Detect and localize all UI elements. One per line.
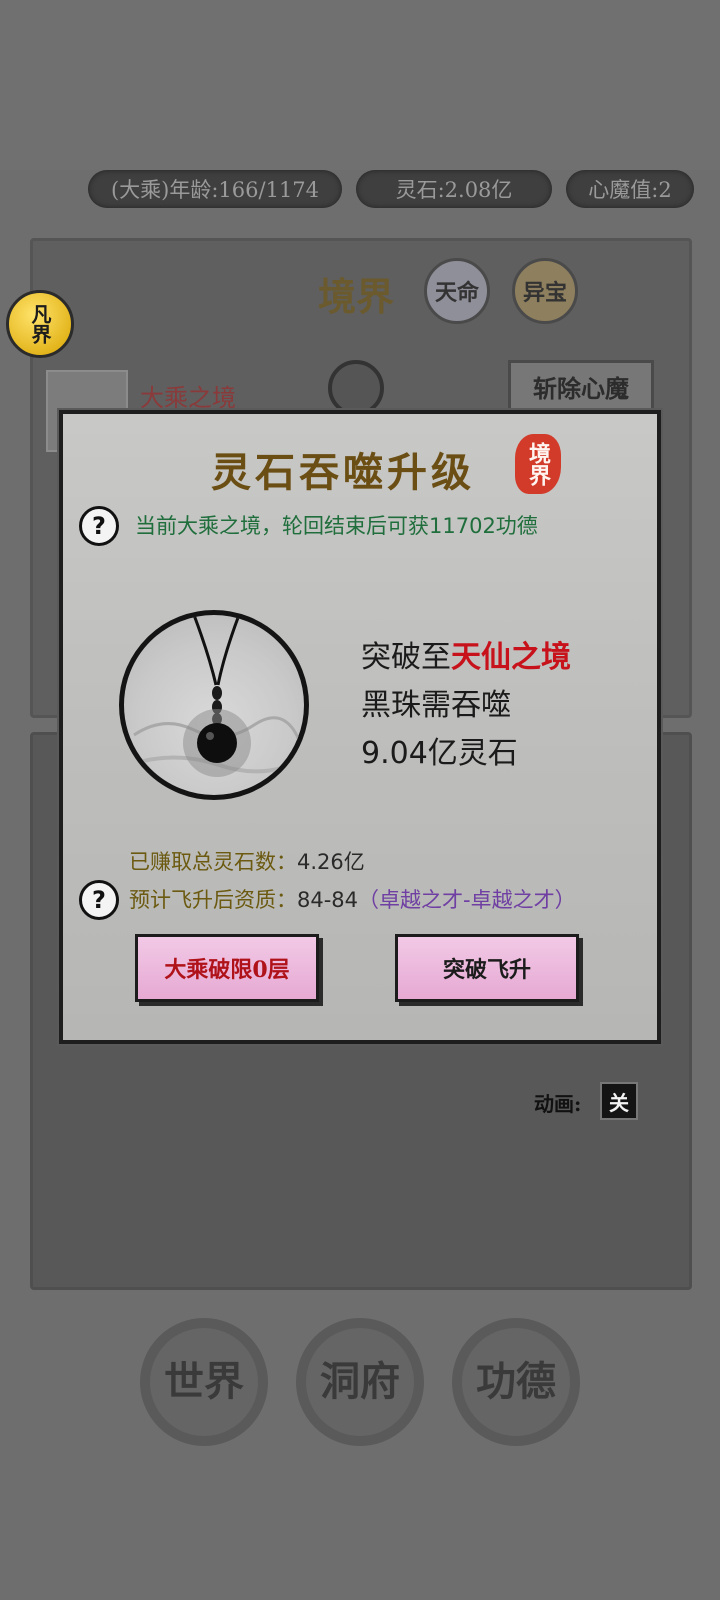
realm-seal-stamp: 境界 bbox=[515, 434, 561, 494]
animation-toggle[interactable]: 关 bbox=[600, 1082, 638, 1120]
earned-label: 已赚取总灵石数： bbox=[129, 850, 297, 874]
heart-demon-pill: 心魔值:2 bbox=[566, 170, 694, 208]
fate-button[interactable]: 天命 bbox=[424, 258, 490, 324]
aptitude-grade: （卓越之才-卓越之才） bbox=[358, 888, 576, 912]
nav-world-button[interactable]: 世界 bbox=[140, 1318, 268, 1446]
nav-merit-label: 功德 bbox=[476, 1358, 556, 1405]
merit-reward-text: 当前大乘之境，轮回结束后可获11702功德 bbox=[135, 514, 538, 538]
realm-title: 境界 bbox=[318, 274, 395, 319]
cost-line: 9.04亿灵石 bbox=[361, 736, 518, 771]
spirit-stone-pill: 灵石:2.08亿 bbox=[356, 170, 552, 208]
breakthrough-target-line: 突破至天仙之境 bbox=[361, 632, 571, 676]
aptitude-label: 预计飞升后资质： bbox=[129, 888, 297, 912]
break-limit-button[interactable]: 大乘破限0层 bbox=[135, 934, 319, 1002]
devour-line: 黑珠需吞噬 bbox=[361, 688, 511, 723]
current-realm-label: 大乘之境 bbox=[140, 384, 236, 412]
animation-label: 动画: bbox=[534, 1092, 582, 1116]
nav-cave-label: 洞府 bbox=[320, 1358, 400, 1405]
seal-text: 境界 bbox=[525, 442, 551, 486]
spirit-stone-text: 灵石:2.08亿 bbox=[395, 178, 513, 202]
treasure-button[interactable]: 异宝 bbox=[512, 258, 578, 324]
nav-cave-button[interactable]: 洞府 bbox=[296, 1318, 424, 1446]
heart-demon-text: 心魔值:2 bbox=[588, 178, 672, 202]
ascend-button[interactable]: 突破飞升 bbox=[395, 934, 579, 1002]
earned-value: 4.26亿 bbox=[297, 850, 365, 874]
age-text: (大乘)年龄:166/1174 bbox=[110, 178, 320, 202]
aptitude-line: 预计飞升后资质：84-84（卓越之才-卓越之才） bbox=[129, 884, 576, 914]
fanjie-label: 凡界 bbox=[28, 304, 52, 344]
reward-help-icon[interactable]: ? bbox=[79, 506, 119, 546]
avatar-icon bbox=[328, 360, 384, 416]
background-top bbox=[0, 0, 720, 170]
upgrade-dialog: 灵石吞噬升级 境界 ? 当前大乘之境，轮回结束后可获11702功德 突破至天仙之… bbox=[59, 410, 661, 1044]
kill-heart-demon-button[interactable]: 斩除心魔 bbox=[508, 360, 654, 412]
age-pill: (大乘)年龄:166/1174 bbox=[88, 170, 342, 208]
earned-stones-line: 已赚取总灵石数：4.26亿 bbox=[129, 846, 365, 876]
fanjie-badge[interactable]: 凡界 bbox=[6, 290, 74, 358]
pendant-image bbox=[119, 610, 309, 800]
aptitude-help-icon[interactable]: ? bbox=[79, 880, 119, 920]
aptitude-value: 84-84 bbox=[297, 888, 359, 912]
black-bead-pendant-icon bbox=[128, 615, 303, 777]
nav-merit-button[interactable]: 功德 bbox=[452, 1318, 580, 1446]
breakthrough-target-realm: 天仙之境 bbox=[451, 640, 571, 675]
nav-world-label: 世界 bbox=[164, 1358, 244, 1405]
breakthrough-prefix: 突破至 bbox=[361, 640, 451, 675]
